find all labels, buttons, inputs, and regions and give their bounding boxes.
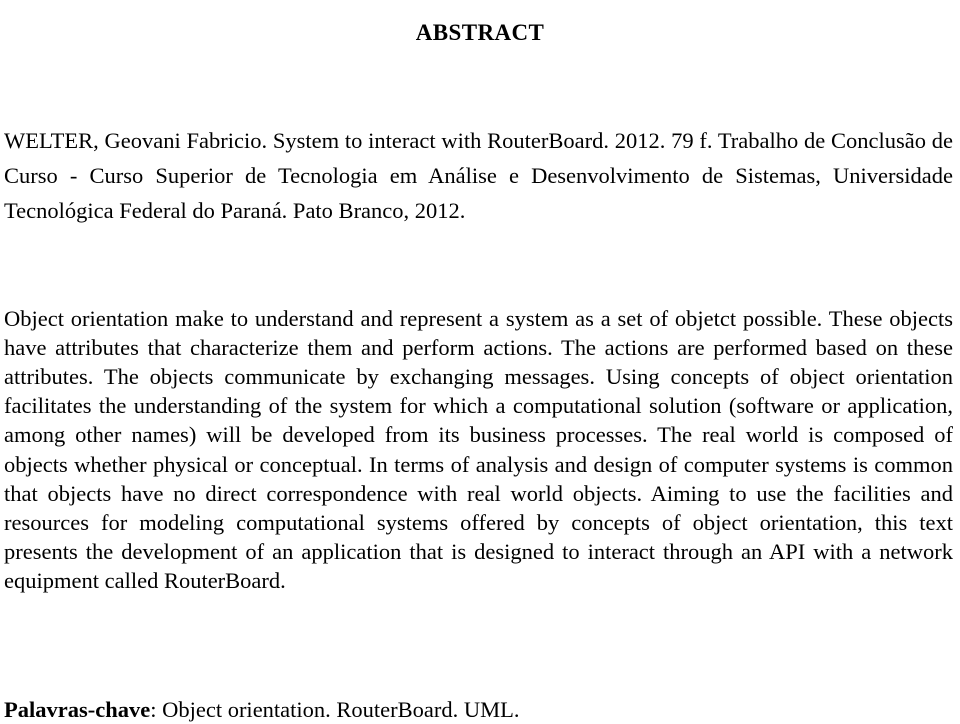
keywords-label: Palavras-chave (4, 696, 151, 722)
page-title: ABSTRACT (415, 20, 545, 46)
abstract-page: ABSTRACT WELTER, Geovani Fabricio. Syste… (0, 0, 960, 722)
keywords-values: : Object orientation. RouterBoard. UML. (150, 696, 520, 722)
keywords-line: Palavras-chave: Object orientation. Rout… (4, 695, 953, 724)
abstract-body-paragraph: Object orientation make to understand an… (4, 305, 953, 594)
citation-paragraph: WELTER, Geovani Fabricio. System to inte… (4, 127, 953, 223)
